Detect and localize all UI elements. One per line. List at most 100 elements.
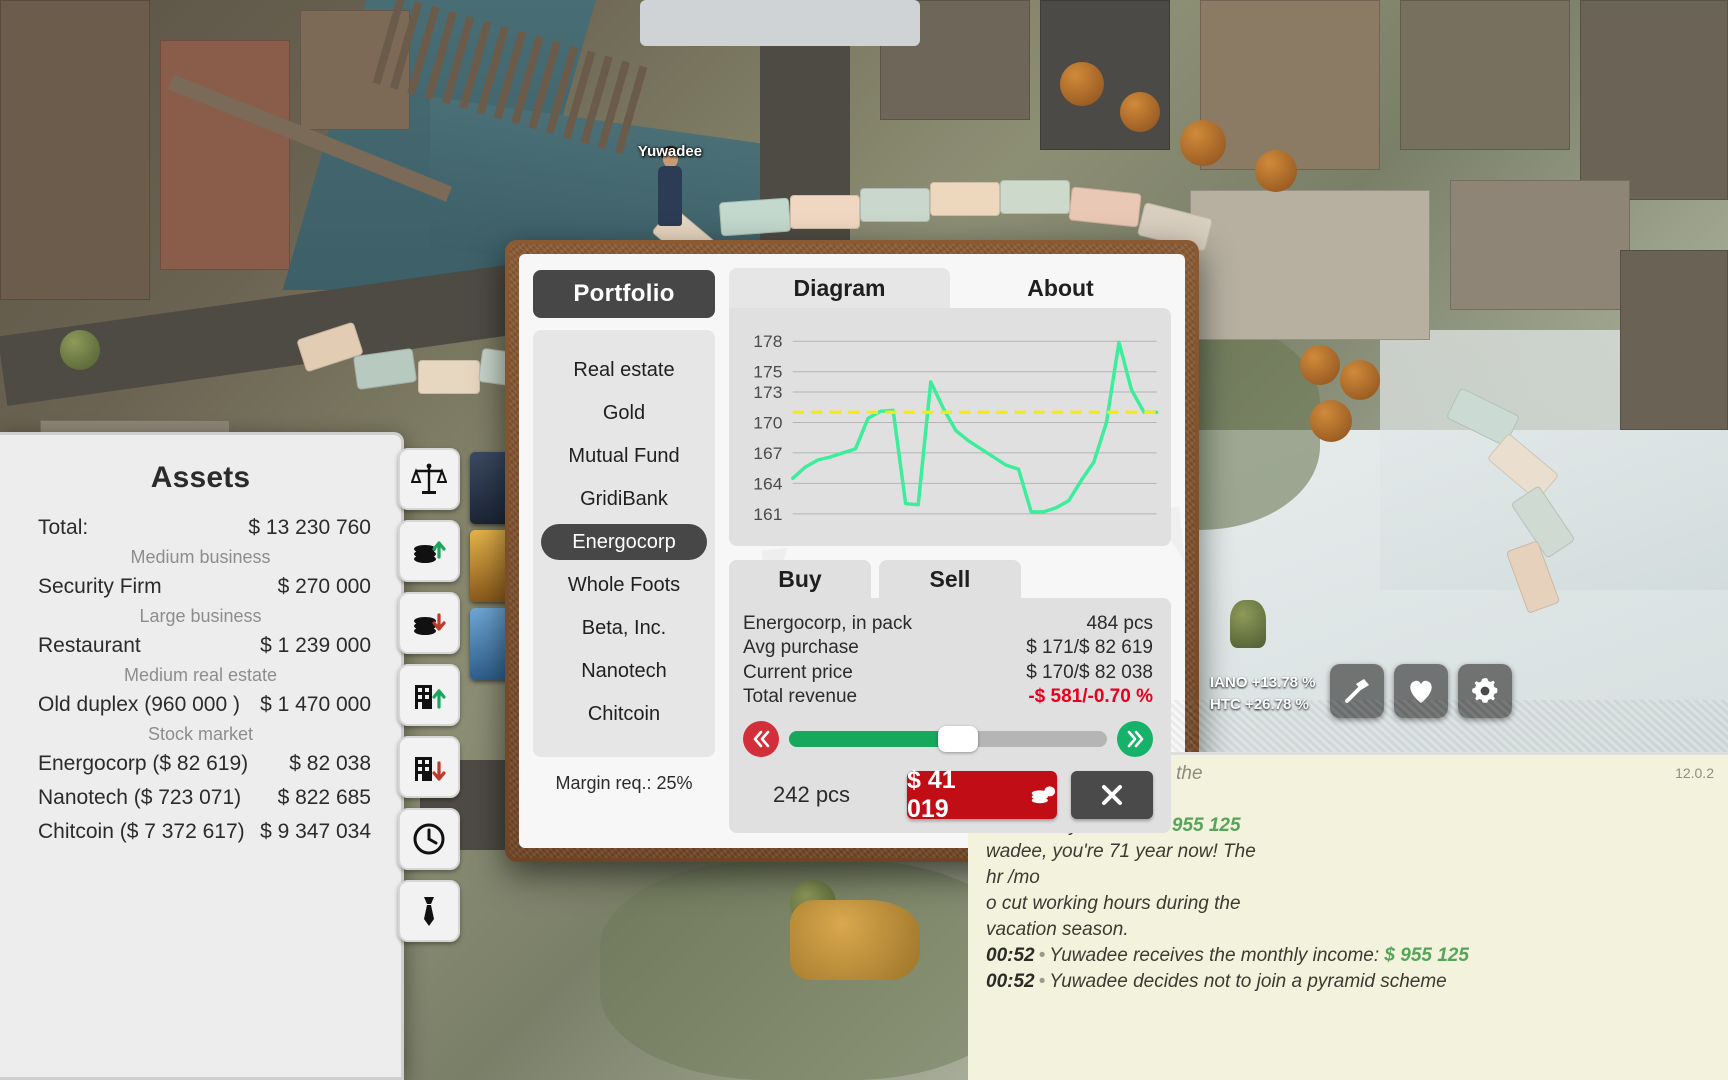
stock-market-window: Portfolio Real estate Gold Mutual Fund G… (505, 240, 1199, 862)
asset-item-row[interactable]: Security Firm $ 270 000 (14, 570, 387, 604)
log-text: hr /mo (986, 867, 1040, 888)
trade-row-current-price: Current price $ 170/$ 82 038 (743, 661, 1153, 685)
log-bullet: • (1038, 945, 1046, 966)
log-line: hr /mo (968, 865, 1728, 891)
log-time: 00:52 (986, 945, 1035, 966)
trade-tab-row: Buy Sell (729, 560, 1171, 598)
portfolio-column: Portfolio Real estate Gold Mutual Fund G… (519, 254, 729, 848)
asset-category: Stock market (147, 724, 254, 744)
coins-icon (1031, 786, 1056, 804)
log-line: 00:52 • Yuwadee decides not to join a pyra… (968, 969, 1728, 995)
asset-item-row[interactable]: Restaurant $ 1 239 000 (14, 629, 387, 663)
assets-total-label: Total: (38, 516, 89, 539)
building-down-icon (415, 757, 446, 781)
action-row: 242 pcs $ 41 019 (743, 766, 1153, 823)
stock-item-whole-foots[interactable]: Whole Foots (541, 567, 707, 603)
asset-item-name: Energocorp ($ 82 619) (38, 752, 249, 775)
quantity-slider[interactable] (789, 726, 1107, 753)
asset-item-name: Chitcoin ($ 7 372 617) (38, 820, 245, 843)
asset-item-row[interactable]: Nanotech ($ 723 071) $ 822 685 (14, 781, 387, 815)
svg-text:178: 178 (753, 331, 782, 351)
asset-item-name: Security Firm (38, 575, 162, 598)
log-text: vacation season. (986, 919, 1129, 940)
price-chart: 161 164 167 170 173 175 178 (729, 308, 1171, 546)
close-icon (1102, 785, 1122, 806)
asset-item-name: Old duplex (960 000 ) (38, 693, 240, 716)
trade-panel: Energocorp, in pack 484 pcs Avg purchase… (729, 598, 1171, 834)
log-line: 00:52 • Yuwadee receives the monthly incom… (968, 943, 1728, 969)
log-text: Yuwadee receives the monthly income: (1049, 945, 1385, 966)
log-text: Yuwadee decides not to join a pyramid sc… (1049, 971, 1447, 992)
trade-row-value: $ 171/$ 82 619 (1026, 637, 1153, 659)
trade-row-avg-purchase: Avg purchase $ 171/$ 82 619 (743, 636, 1153, 660)
tool-rail (398, 448, 468, 968)
svg-text:164: 164 (753, 474, 783, 494)
asset-item-value: $ 270 000 (277, 575, 371, 598)
svg-text:175: 175 (753, 362, 782, 382)
slider-handle[interactable] (937, 726, 978, 753)
buy-button[interactable]: $ 41 019 (907, 766, 1057, 823)
trade-row-label: Avg purchase (743, 637, 859, 659)
asset-item-value: $ 82 038 (289, 752, 371, 775)
stock-item-energocorp[interactable]: Energocorp (541, 524, 707, 560)
svg-text:173: 173 (753, 382, 782, 402)
income-button[interactable] (398, 520, 460, 582)
tie-icon (424, 897, 434, 926)
increase-quantity-button[interactable] (1117, 721, 1153, 758)
tab-portfolio[interactable]: Portfolio (533, 270, 715, 318)
time-button[interactable] (398, 808, 460, 870)
tab-about[interactable]: About (950, 268, 1171, 308)
asset-category: Medium real estate (123, 665, 278, 685)
close-button[interactable] (1071, 771, 1153, 820)
clock-icon (413, 823, 445, 855)
trade-row-value: $ 170/$ 82 038 (1026, 661, 1153, 683)
stock-detail-column: Diagram About 161 164 167 170 173 175 178 Buy … (729, 254, 1185, 848)
tab-buy[interactable]: Buy (729, 560, 871, 598)
trade-row-label: Energocorp, in pack (743, 613, 912, 634)
trade-row-total-revenue: Total revenue -$ 581/-0.70 % (743, 685, 1153, 709)
assets-title: Assets (150, 461, 251, 494)
info-tab-row: Diagram About (729, 268, 1171, 308)
stock-item-nanotech[interactable]: Nanotech (541, 653, 707, 689)
asset-item-value: $ 1 239 000 (260, 634, 371, 657)
player-name-label: Yuwadee (637, 143, 703, 160)
price-chart-svg: 161 164 167 170 173175 178 (753, 331, 1159, 524)
work-button[interactable] (398, 880, 460, 942)
stock-item-mutual-fund[interactable]: Mutual Fund (541, 438, 707, 474)
trade-row-value: 484 pcs (1086, 613, 1153, 634)
svg-text:161: 161 (753, 504, 782, 524)
double-chevron-right-icon (1127, 730, 1144, 748)
asset-item-row[interactable]: Old duplex (960 000 ) $ 1 470 000 (14, 688, 387, 722)
log-line: vacation season. (968, 917, 1728, 943)
stock-item-gold[interactable]: Gold (541, 395, 707, 431)
sell-property-button[interactable] (398, 736, 460, 798)
asset-item-value: $ 822 685 (277, 786, 371, 809)
coins-down-icon (414, 613, 446, 635)
expenses-button[interactable] (398, 592, 460, 654)
asset-item-row[interactable]: Energocorp ($ 82 619) $ 82 038 (14, 747, 387, 781)
tab-diagram[interactable]: Diagram (729, 268, 950, 308)
stock-item-real-estate[interactable]: Real estate (541, 352, 707, 388)
asset-item-row[interactable]: Chitcoin ($ 7 372 617) $ 9 347 034 (14, 815, 387, 849)
buy-property-button[interactable] (398, 664, 460, 726)
buy-amount-label: $ 41 019 (907, 766, 956, 824)
tab-sell[interactable]: Sell (879, 560, 1021, 598)
decrease-quantity-button[interactable] (743, 721, 779, 758)
double-chevron-left-icon (753, 730, 770, 748)
trade-row-label: Total revenue (743, 685, 858, 707)
assets-total-value: $ 13 230 760 (248, 516, 371, 539)
quantity-label: 242 pcs (773, 782, 851, 808)
stock-item-beta-inc[interactable]: Beta, Inc. (541, 610, 707, 646)
asset-item-value: $ 9 347 034 (260, 820, 371, 843)
trade-row-in-pack: Energocorp, in pack 484 pcs (743, 612, 1153, 636)
stock-item-gridibank[interactable]: GridiBank (541, 481, 707, 517)
log-time: 00:52 (986, 971, 1035, 992)
margin-requirement-label: Margin req.: 25% (555, 773, 693, 793)
assets-total-row: Total: $ 13 230 760 (14, 511, 387, 545)
scales-button[interactable] (398, 448, 460, 510)
log-line: o cut working hours during the (968, 891, 1728, 917)
svg-text:167: 167 (753, 443, 782, 463)
asset-category: Medium business (130, 547, 271, 567)
quantity-slider-row (743, 721, 1153, 758)
stock-item-chitcoin[interactable]: Chitcoin (541, 696, 707, 732)
